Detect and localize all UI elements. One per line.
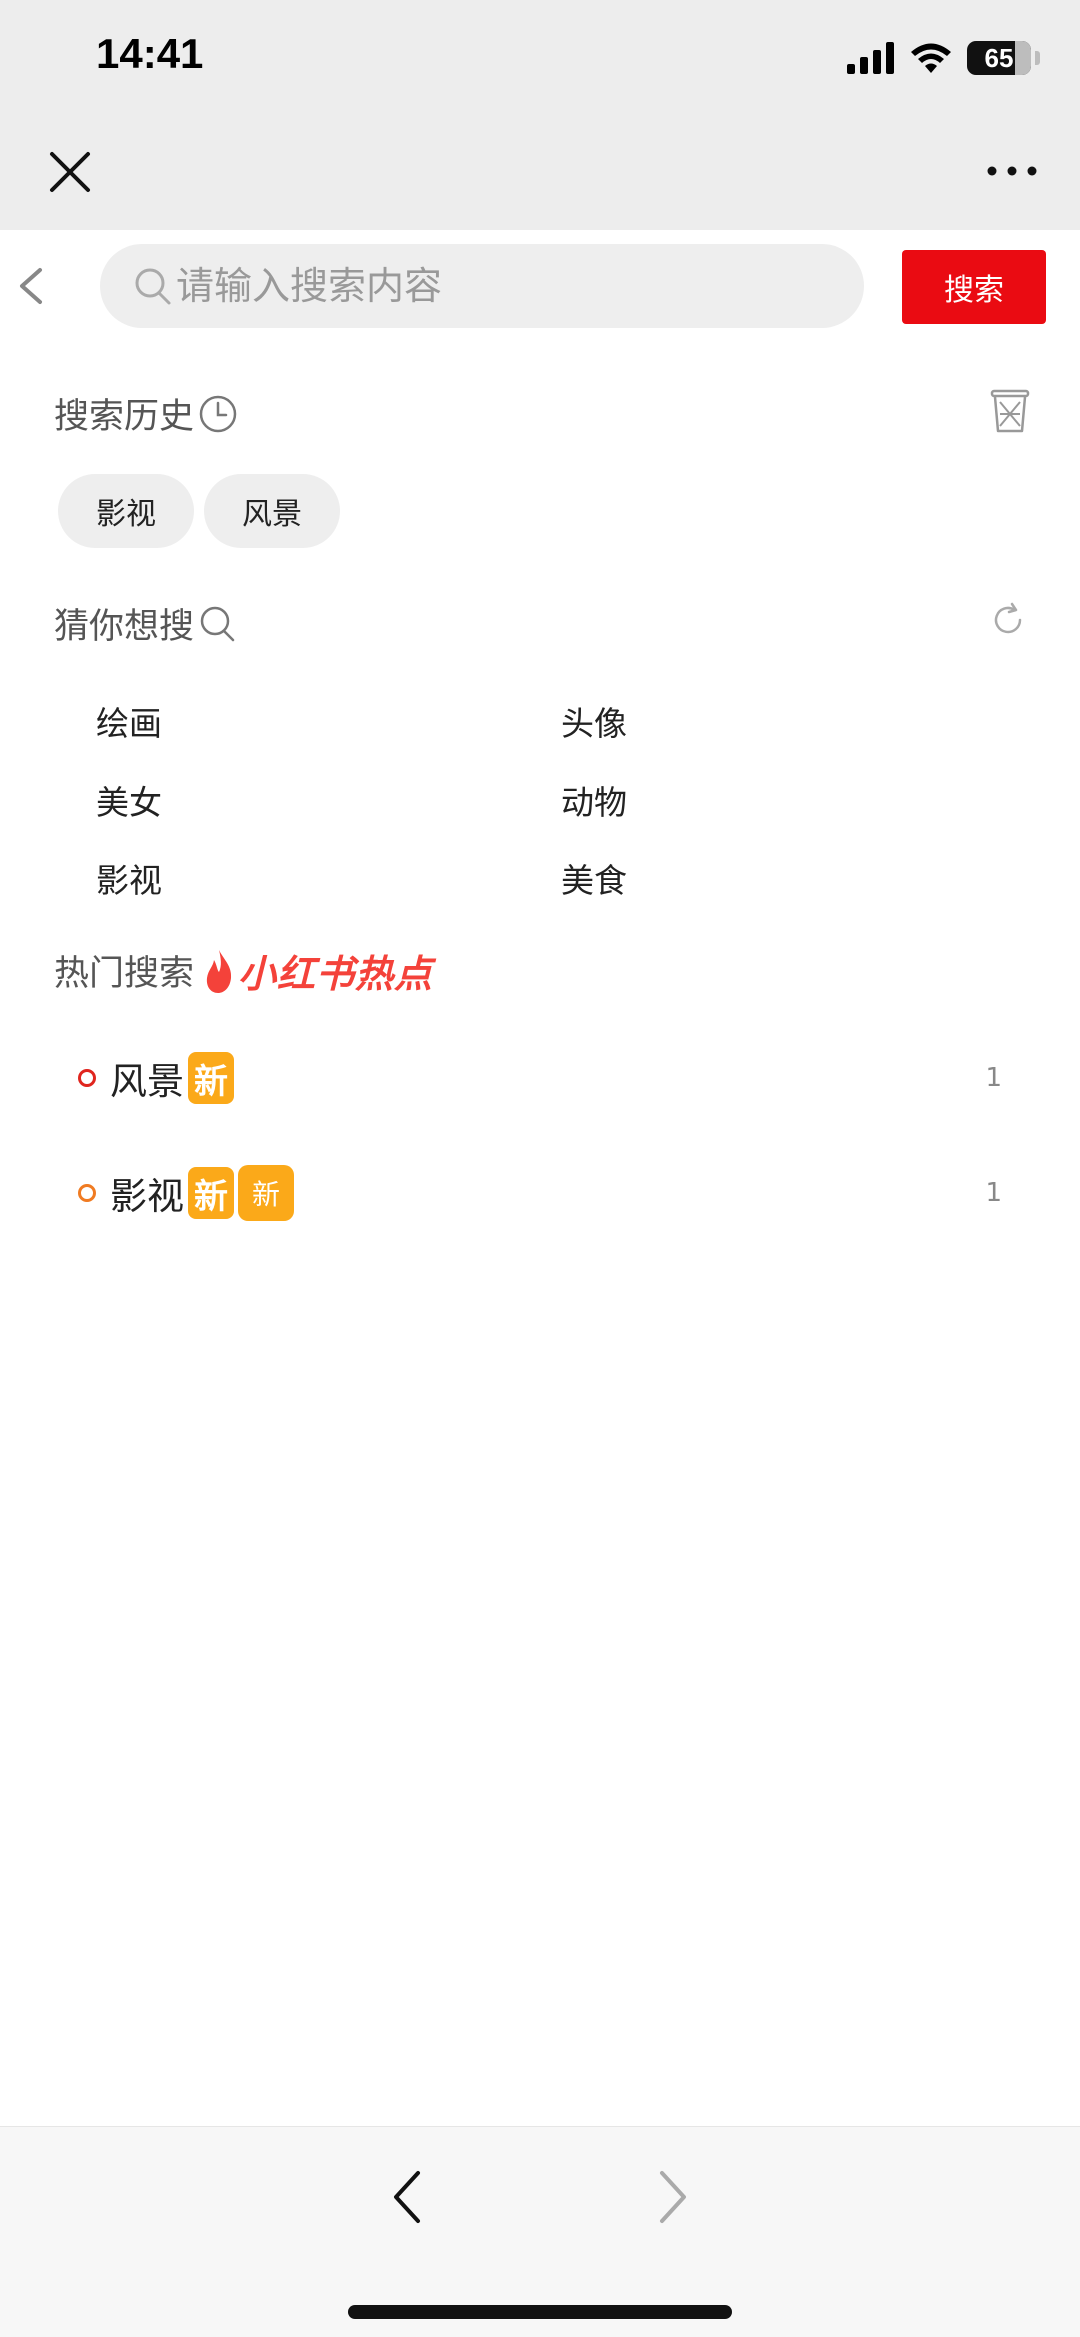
history-title: 搜索历史 [54,397,195,437]
guess-item[interactable]: 美女 [96,776,162,824]
badges: 新 [188,1052,234,1104]
hot-label: 风景 [110,1060,184,1103]
wifi-icon [911,43,951,73]
bottom-toolbar [0,2126,1080,2337]
browser-forward-icon[interactable] [652,2165,692,2229]
history-chip[interactable]: 影视 [58,474,194,548]
hot-count: 1 [985,1178,1002,1208]
battery-level: 65 [984,42,1014,73]
hot-title: 热门搜索 [54,954,195,994]
rank-dot [78,1069,96,1087]
trash-icon[interactable] [990,388,1030,434]
guess-item[interactable]: 影视 [96,854,162,902]
search-row: 搜索 [0,230,1080,340]
search-icon [200,606,235,641]
guess-section-title: 猜你想搜 [54,598,238,649]
webview-nav-bar [0,120,1080,230]
hot-label: 影视 [110,1175,184,1218]
guess-item[interactable]: 头像 [561,697,627,745]
search-button[interactable]: 搜索 [902,250,1046,324]
flame-icon [206,949,232,993]
back-arrow-icon[interactable] [14,262,48,310]
history-section-title: 搜索历史 [54,388,238,439]
battery-tip [1035,51,1040,65]
search-box[interactable] [100,244,864,328]
new-badge: 新 [188,1052,234,1104]
rank-dot [78,1184,96,1202]
more-dots-icon[interactable] [984,156,1040,186]
home-indicator [348,2305,732,2319]
status-icons: 65 [847,38,1040,78]
refresh-icon[interactable] [990,602,1026,638]
history-chips: 影视 风景 [58,474,340,548]
guess-item[interactable]: 美食 [561,854,627,902]
hot-row[interactable]: 影视 新 新 1 [0,1153,1080,1233]
hot-section-title: 热门搜索 小红书热点 [54,943,433,998]
guess-item[interactable]: 动物 [561,776,627,824]
browser-back-icon[interactable] [388,2165,428,2229]
search-input[interactable] [176,264,816,308]
status-bar: 14:41 65 [0,0,1080,120]
new-badge: 新 [188,1167,234,1219]
hot-brand: 小红书热点 [238,952,434,996]
badges: 新 新 [188,1165,294,1221]
new-badge: 新 [238,1165,294,1221]
clock-icon [199,395,237,432]
close-icon[interactable] [44,146,96,198]
history-chip[interactable]: 风景 [204,474,340,548]
hot-row[interactable]: 风景 新 1 [0,1038,1080,1118]
search-icon [135,268,171,305]
battery-indicator: 65 [967,41,1031,75]
guess-title: 猜你想搜 [54,607,195,647]
status-time: 14:41 [96,30,204,77]
hot-count: 1 [985,1063,1002,1093]
signal-icon [847,42,894,74]
guess-item[interactable]: 绘画 [96,697,162,745]
